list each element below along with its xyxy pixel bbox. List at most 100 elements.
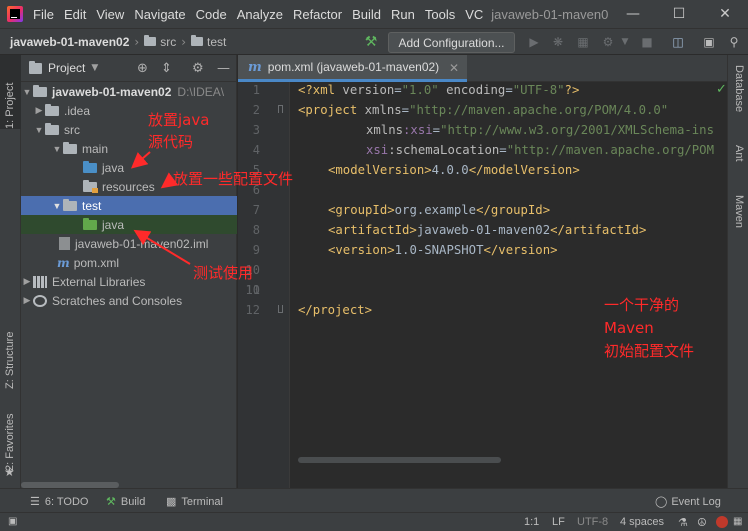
xml-token: "http://www.w3.org/2001/XMLSchema-ins [440,123,714,137]
bottom-tool-bar: ☰ 6: TODO ⚒ Build ▩ Terminal ◯ Event Log [0,488,748,512]
menu-analyze[interactable]: Analyze [237,7,283,22]
xml-token: </version> [483,243,558,257]
tree-label: java [102,217,125,232]
tool-tab-structure[interactable]: Z: Structure [4,311,16,389]
collapse-arrow-icon[interactable]: ▶ [21,295,33,306]
menu-edit[interactable]: Edit [64,7,86,22]
expand-arrow-icon[interactable]: ▼ [51,144,63,154]
annotation-test-use: 测试使用 [193,264,254,282]
breadcrumb-test[interactable]: test [207,35,226,49]
tree-item-main[interactable]: ▼ main [21,139,237,158]
status-toggle-icon[interactable]: ▣ [8,516,17,527]
project-structure-icon[interactable]: ◫ [671,35,685,49]
line-number: 8 [252,223,260,237]
star-icon: ★ [4,465,15,479]
tree-item-iml[interactable]: javaweb-01-maven02.iml [21,234,237,253]
expand-arrow-icon[interactable]: ▼ [21,87,33,97]
stop-icon[interactable]: ■ [640,35,654,49]
chevron-down-icon[interactable]: ▼ [91,63,98,73]
expand-arrow-icon[interactable]: ▼ [51,201,63,211]
maximize-icon[interactable]: ☐ [656,0,702,28]
build-tool-button[interactable]: ⚒ Build [106,495,145,509]
menu-view[interactable]: View [96,7,124,22]
gear-icon[interactable]: ⚙ [192,61,204,76]
tool-tab-favorites[interactable]: 2: Favorites [4,401,16,471]
collapse-arrow-icon[interactable]: ▶ [21,276,33,287]
hammer-icon[interactable]: ⚒ [364,34,378,50]
hide-icon[interactable]: — [217,61,230,76]
xml-token: = [505,83,513,97]
menu-file[interactable]: File [33,7,54,22]
code-editor[interactable]: <?xml version="1.0" encoding="UTF-8"?> <… [291,82,727,488]
memory-icon[interactable]: ▦ [733,516,742,527]
project-view-icon [29,60,42,74]
editor-horizontal-scrollbar[interactable] [298,457,501,463]
coverage-icon[interactable]: ▦ [576,35,590,49]
tool-tab-ant[interactable]: Ant [733,145,745,185]
tool-tab-project[interactable]: 1: Project [4,59,16,129]
tree-item-test-java[interactable]: java [21,215,237,234]
menu-vcs[interactable]: VC [465,7,483,22]
collapse-arrow-icon[interactable]: ▶ [33,105,45,116]
menu-refactor[interactable]: Refactor [293,7,342,22]
xml-token: xmlns [366,123,404,137]
xml-token: ?> [564,83,580,97]
breadcrumb-separator-icon: › [134,34,140,49]
folder-icon [63,198,77,211]
code-line-2: <project xmlns="http://maven.apache.org/… [298,103,668,117]
error-indicator-icon[interactable] [716,516,728,528]
minimize-icon[interactable]: — [610,0,656,28]
code-line-4: xsi:schemaLocation="http://maven.apache.… [366,143,714,157]
tree-item-scratches[interactable]: ▶ Scratches and Consoles [21,291,237,310]
tree-path: D:\IDEA\ [177,84,225,99]
lock-icon[interactable]: ⚗ [678,516,688,529]
add-configuration-button[interactable]: Add Configuration... [388,32,515,53]
inspection-ok-icon[interactable]: ✓ [716,82,727,97]
debug-icon[interactable]: ❋ [551,35,565,49]
profile-icon[interactable]: ⚙ [601,35,615,49]
file-encoding[interactable]: UTF-8 [577,516,608,528]
xml-token: </modelVersion> [468,163,580,177]
git-icon[interactable]: ☮ [697,516,707,529]
collapse-all-icon[interactable]: ⇕ [161,61,172,76]
chevron-down-icon[interactable]: ▼ [618,35,632,49]
locate-icon[interactable]: ⊕ [137,61,148,76]
xml-token: version [342,83,395,97]
menu-build[interactable]: Build [352,7,381,22]
tool-tab-database[interactable]: Database [733,65,745,129]
run-icon[interactable]: ▶ [527,35,541,49]
project-panel-title[interactable]: Project [48,61,85,75]
menu-navigate[interactable]: Navigate [134,7,185,22]
annotation-java-source-line2: 源代码 [148,133,194,151]
fold-marker-icon[interactable] [278,305,283,313]
line-separator[interactable]: LF [552,516,565,528]
caret-position[interactable]: 1:1 [524,516,539,528]
close-icon[interactable]: ✕ [702,0,748,28]
tree-item-test[interactable]: ▼ test [21,196,237,215]
tree-item-root[interactable]: ▼ javaweb-01-maven02 D:\IDEA\ [21,82,237,101]
fold-marker-icon[interactable] [278,105,283,113]
todo-tool-button[interactable]: ☰ 6: TODO [30,495,88,509]
speech-bubble-icon: ◯ [655,496,668,508]
tool-tab-maven[interactable]: Maven [733,195,745,245]
menu-run[interactable]: Run [391,7,415,22]
menu-code[interactable]: Code [196,7,227,22]
menu-tools[interactable]: Tools [425,7,455,22]
search-icon[interactable]: ⚲ [727,35,741,49]
folder-icon [33,84,47,97]
event-log-button[interactable]: ◯ Event Log [655,495,721,509]
layout-icon[interactable]: ▣ [702,35,716,49]
xml-token: <groupId> [328,203,395,217]
indent-setting[interactable]: 4 spaces [620,516,664,528]
close-icon[interactable]: ✕ [449,61,459,75]
line-number: 11 [245,283,260,297]
project-panel-header: Project ▼ ⊕ ⇕ ⚙ — [21,55,236,82]
breadcrumb-project[interactable]: javaweb-01-maven02 [10,35,129,49]
line-number: 2 [252,103,260,117]
terminal-tool-button[interactable]: ▩ Terminal [166,495,223,509]
tab-pom-xml[interactable]: m pom.xml (javaweb-01-maven02) ✕ [238,55,467,82]
window-title: javaweb-01-maven0 [491,6,609,22]
expand-arrow-icon[interactable]: ▼ [33,125,45,135]
xml-token: <modelVersion> [328,163,432,177]
breadcrumb-src[interactable]: src [160,35,176,49]
